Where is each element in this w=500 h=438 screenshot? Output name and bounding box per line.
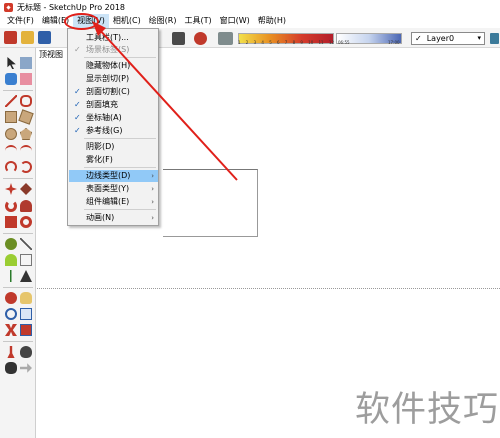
check-icon: ✓: [74, 113, 81, 122]
rotate-icon[interactable]: [5, 200, 17, 212]
layer-value: Layer0: [426, 34, 455, 43]
check-icon: ✓: [74, 87, 81, 96]
chevron-right-icon: ›: [151, 172, 154, 180]
view-menu-guides[interactable]: ✓ 参考线(G): [69, 125, 158, 137]
paint-bucket-icon[interactable]: [5, 73, 17, 85]
tape-measure-icon[interactable]: [5, 238, 17, 250]
view-menu-dropdown: 工具栏(T)... ✓ 场景标签(S) 隐藏物体(H) 显示剖切(P) ✓ 剖面…: [67, 28, 159, 226]
view-menu-animation[interactable]: 动画(N) ›: [69, 212, 158, 224]
view-menu-face-style[interactable]: 表面类型(Y) ›: [69, 183, 158, 195]
three-point-arc-icon[interactable]: [5, 161, 17, 173]
view-label: 顶视图: [39, 50, 63, 59]
section-plane-icon[interactable]: [20, 363, 32, 373]
view-menu-component-edit[interactable]: 组件编辑(E) ›: [69, 196, 158, 208]
scale-icon[interactable]: [5, 216, 17, 228]
view-menu-toolbars[interactable]: 工具栏(T)...: [69, 32, 158, 44]
zoom-icon[interactable]: [5, 308, 17, 320]
arc-icon[interactable]: [5, 145, 17, 157]
dimension-icon[interactable]: [20, 238, 32, 250]
shadow-time-end: 17:00: [388, 40, 400, 45]
orbit-icon[interactable]: [5, 292, 17, 304]
sketchup-app-icon: [4, 2, 13, 12]
view-menu-edge-style[interactable]: 边线类型(D) ›: [69, 170, 158, 182]
check-icon: ✓: [74, 126, 81, 135]
menu-file[interactable]: 文件(F): [3, 14, 38, 28]
offset-icon[interactable]: [20, 216, 32, 228]
freehand-icon[interactable]: [20, 95, 32, 107]
layer-current-check: ✓: [415, 34, 422, 43]
pan-icon[interactable]: [20, 292, 32, 304]
open-folder-icon[interactable]: [21, 31, 34, 44]
view-menu-fog[interactable]: 雾化(F): [69, 154, 158, 166]
watermark-text: 软件技巧: [355, 390, 500, 430]
circle-icon[interactable]: [5, 128, 17, 140]
view-menu-scene-tabs[interactable]: ✓ 场景标签(S): [69, 44, 158, 56]
line-icon[interactable]: [5, 95, 17, 107]
make-component-icon[interactable]: [20, 57, 32, 69]
pie-icon[interactable]: [20, 161, 32, 173]
menu-window[interactable]: 窗口(W): [216, 14, 254, 28]
rotated-rectangle-icon[interactable]: [18, 109, 34, 125]
previous-view-icon[interactable]: [20, 324, 32, 336]
move-icon[interactable]: [5, 183, 17, 195]
select-arrow-icon[interactable]: [7, 57, 16, 69]
ground-axis-line: [37, 288, 500, 289]
protractor-icon[interactable]: [5, 254, 17, 266]
annotation-circle: [64, 13, 99, 30]
layer-manager-icon[interactable]: [490, 33, 499, 44]
menu-help[interactable]: 帮助(H): [254, 14, 290, 28]
window-title: 无标题 - SketchUp Pro 2018: [17, 2, 125, 12]
position-camera-icon[interactable]: [7, 346, 15, 358]
menu-tools[interactable]: 工具(T): [181, 14, 216, 28]
shadow-month-scale: 1 2 3 4 5 6 7 8 9 10 11 12: [238, 40, 334, 45]
chevron-down-icon[interactable]: ▾: [477, 34, 481, 42]
chevron-right-icon: ›: [151, 185, 154, 193]
print-icon[interactable]: [172, 32, 185, 45]
chevron-right-icon: ›: [151, 214, 154, 222]
follow-me-icon[interactable]: [20, 200, 32, 212]
zoom-extents-icon[interactable]: [5, 324, 17, 336]
two-point-arc-icon[interactable]: [20, 145, 32, 157]
shadow-time-start: 06:55: [338, 40, 350, 45]
layer-select[interactable]: ✓ Layer0 ▾: [411, 32, 485, 45]
left-tool-palette: [0, 48, 36, 438]
save-icon[interactable]: [38, 31, 51, 44]
view-menu-section-fill[interactable]: ✓ 剖面填充: [69, 99, 158, 111]
menu-draw[interactable]: 绘图(R): [145, 14, 181, 28]
check-icon: ✓: [74, 100, 81, 109]
3d-text-icon[interactable]: [20, 270, 32, 282]
polygon-icon[interactable]: [20, 128, 32, 140]
view-menu-section-cuts[interactable]: ✓ 剖面切割(C): [69, 86, 158, 98]
rectangle-icon[interactable]: [5, 111, 17, 123]
title-bar: 无标题 - SketchUp Pro 2018: [0, 0, 500, 14]
view-menu-hidden-geometry[interactable]: 隐藏物体(H): [69, 60, 158, 72]
model-info-icon[interactable]: [194, 32, 207, 45]
eraser-icon[interactable]: [20, 73, 32, 85]
model-rectangle[interactable]: [163, 169, 258, 237]
shadow-toggle-icon[interactable]: [218, 32, 233, 45]
text-icon[interactable]: [20, 254, 32, 266]
walk-icon[interactable]: [5, 362, 17, 374]
push-pull-icon[interactable]: [20, 183, 32, 195]
view-menu-section-planes[interactable]: 显示剖切(P): [69, 73, 158, 85]
view-menu-axes[interactable]: ✓ 坐标轴(A): [69, 112, 158, 124]
zoom-window-icon[interactable]: [20, 308, 32, 320]
look-around-icon[interactable]: [20, 346, 32, 358]
view-menu-shadows[interactable]: 阴影(D): [69, 141, 158, 153]
axes-icon[interactable]: [5, 270, 17, 282]
check-icon: ✓: [74, 45, 81, 54]
new-file-icon[interactable]: [4, 31, 17, 44]
chevron-right-icon: ›: [151, 198, 154, 206]
menu-camera[interactable]: 相机(C): [109, 14, 145, 28]
